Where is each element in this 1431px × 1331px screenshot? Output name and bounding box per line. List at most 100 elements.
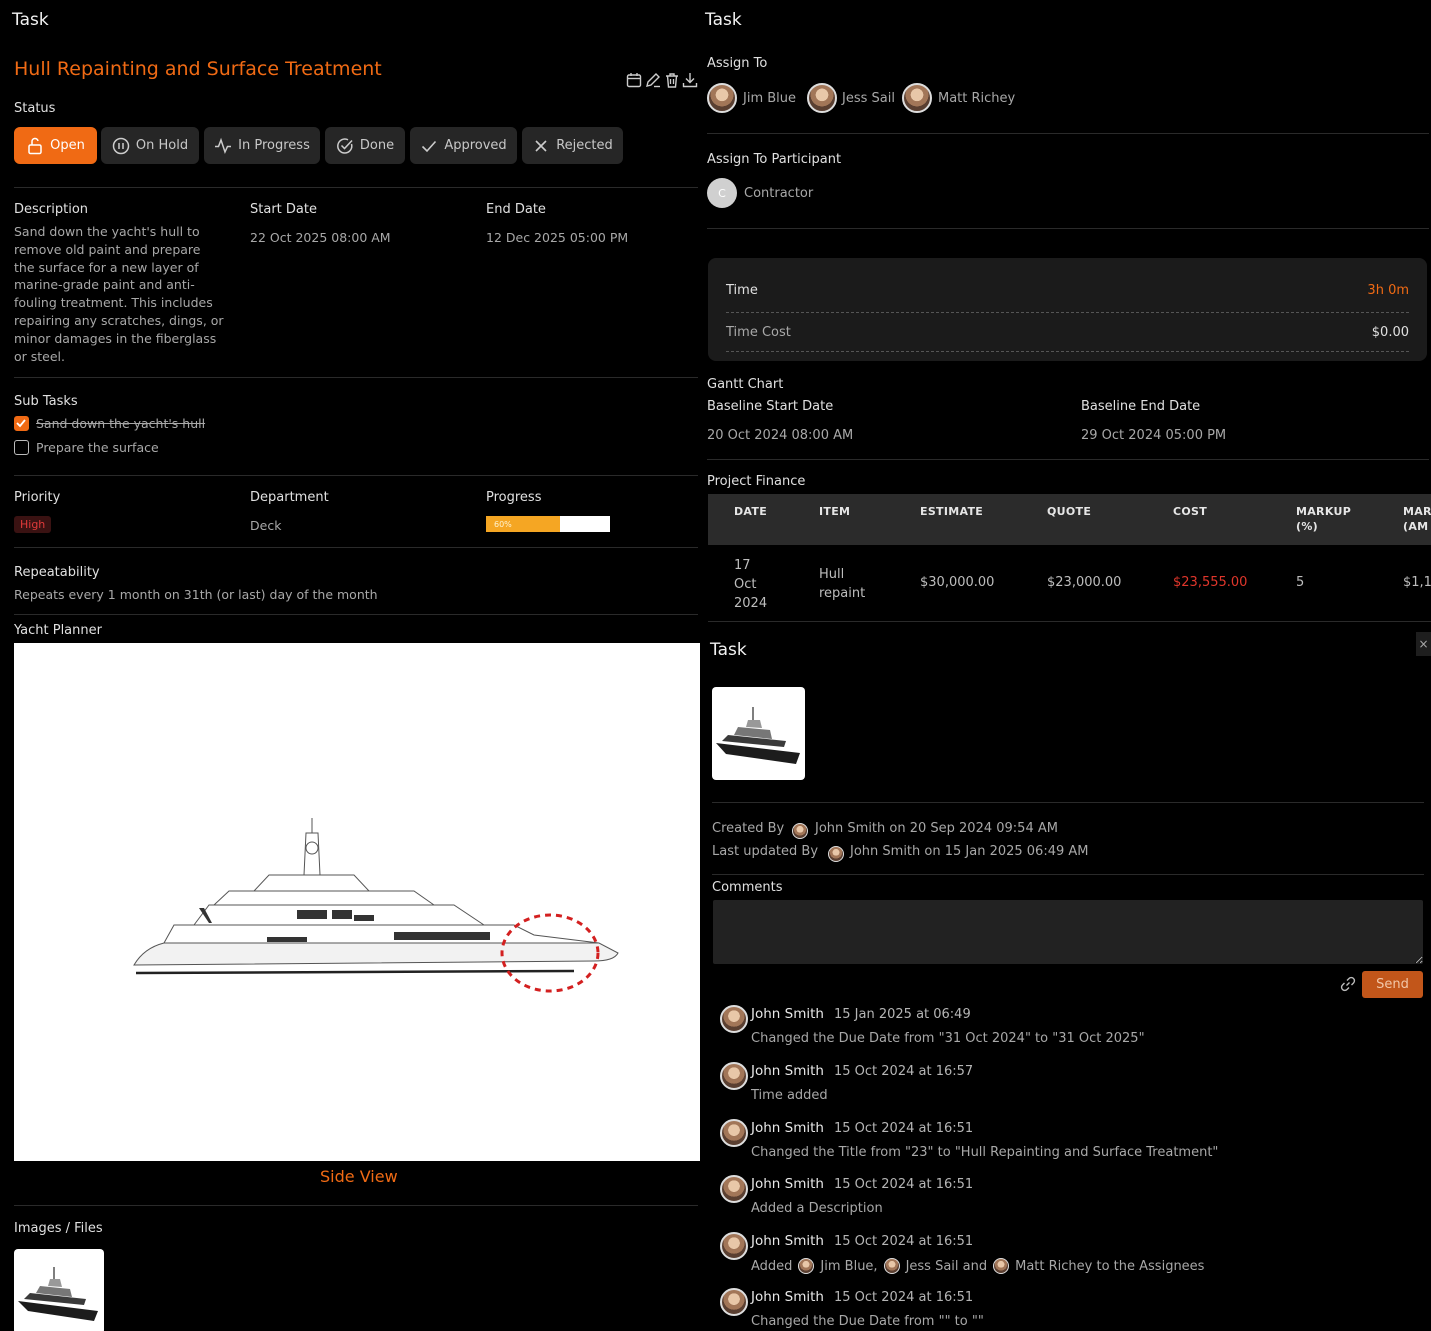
status-in-progress-button[interactable]: In Progress xyxy=(204,127,320,164)
updated-by-label: Last updated By xyxy=(712,844,819,859)
description-line: or steel. xyxy=(14,348,66,364)
assignee-name: Jess Sail and xyxy=(905,1258,988,1274)
comments-label: Comments xyxy=(712,880,783,895)
calendar-icon[interactable] xyxy=(626,72,642,88)
avatar xyxy=(720,1005,748,1033)
col-markup-amount: MAR xyxy=(1403,505,1431,518)
subtask-checkbox[interactable] xyxy=(14,440,29,455)
subtask-label: Sand down the yacht's hull xyxy=(36,416,206,431)
close-icon[interactable]: × xyxy=(1416,632,1431,656)
divider xyxy=(14,377,698,378)
assign-to-label: Assign To xyxy=(707,56,768,71)
department-value: Deck xyxy=(250,518,282,533)
subtask-checkbox-checked[interactable] xyxy=(14,416,29,431)
col-item: ITEM xyxy=(819,505,851,518)
avatar xyxy=(720,1288,748,1316)
status-rejected-label: Rejected xyxy=(556,138,613,153)
dashed-divider xyxy=(726,351,1409,352)
comment-text: Added a Description xyxy=(751,1201,883,1216)
avatar xyxy=(798,1258,815,1274)
col-markup: MARKUP xyxy=(1296,505,1352,518)
edit-icon[interactable] xyxy=(645,72,661,88)
comment-input[interactable] xyxy=(713,900,1423,964)
images-files-label: Images / Files xyxy=(14,1221,103,1236)
comment-item: John Smith 15 Oct 2024 at 16:51 Added a De… xyxy=(720,1175,1420,1225)
comment-date: 15 Oct 2024 at 16:57 xyxy=(834,1064,974,1079)
divider xyxy=(712,874,1424,875)
avatar xyxy=(993,1258,1010,1274)
row-cost: $23,555.00 xyxy=(1173,575,1248,590)
assignee-name: Jim Blue, xyxy=(820,1258,878,1274)
comment-date: 15 Oct 2024 at 16:51 xyxy=(834,1234,974,1249)
repeatability-value: Repeats every 1 month on 31th (or last) … xyxy=(14,587,378,602)
priority-badge: High xyxy=(14,516,52,533)
panel-title: Task xyxy=(710,640,747,660)
assignee-name: Matt Richey to the Assignees xyxy=(1015,1258,1205,1274)
participant-name: Contractor xyxy=(744,186,814,201)
yacht-planner-canvas[interactable] xyxy=(14,643,700,1161)
description-text: Sand down the yacht's hull to remove old … xyxy=(14,223,239,365)
status-on-hold-button[interactable]: On Hold xyxy=(101,127,199,164)
col-quote: QUOTE xyxy=(1047,505,1092,518)
assignee-name: Matt Richey xyxy=(938,91,1016,106)
comment-item: John Smith 15 Oct 2024 at 16:51 Added Jim B… xyxy=(720,1232,1420,1282)
avatar xyxy=(720,1232,748,1260)
table-row[interactable]: 17 Oct 2024 Hull repaint $30,000.00 $23,… xyxy=(708,545,1431,621)
divider xyxy=(712,802,1424,803)
dashed-divider xyxy=(726,312,1409,313)
comment-text: Time added xyxy=(751,1088,828,1103)
divider xyxy=(708,621,1431,622)
avatar xyxy=(720,1175,748,1203)
task-image-thumbnail[interactable] xyxy=(712,687,805,780)
row-date-month: Oct xyxy=(734,577,757,592)
repeatability-label: Repeatability xyxy=(14,565,100,580)
status-rejected-button[interactable]: Rejected xyxy=(522,127,623,164)
status-approved-button[interactable]: Approved xyxy=(410,127,517,164)
trash-icon[interactable] xyxy=(664,72,680,88)
panel-title: Task xyxy=(12,10,49,30)
status-done-label: Done xyxy=(359,138,395,153)
comment-author: John Smith xyxy=(751,1233,824,1249)
side-view-label[interactable]: Side View xyxy=(320,1167,398,1186)
updated-by-value: John Smith on 15 Jan 2025 06:49 AM xyxy=(850,844,1089,859)
download-icon[interactable] xyxy=(682,72,698,88)
avatar xyxy=(720,1062,748,1090)
time-summary-card: Time 3h 0m Time Cost $0.00 xyxy=(708,258,1427,361)
row-markup-amount: $1,17 xyxy=(1403,575,1431,590)
avatar xyxy=(792,823,808,839)
status-done-button[interactable]: Done xyxy=(325,127,405,164)
divider xyxy=(707,133,1429,134)
time-label: Time xyxy=(726,283,758,298)
check-icon xyxy=(422,140,437,152)
activity-icon xyxy=(215,137,232,154)
start-date-value: 22 Oct 2025 08:00 AM xyxy=(250,230,391,245)
status-open-button[interactable]: Open xyxy=(14,127,97,164)
send-button[interactable]: Send xyxy=(1362,971,1423,998)
col-markup-amount-unit: (AM xyxy=(1403,520,1429,533)
time-value: 3h 0m xyxy=(1367,283,1409,298)
assignee-name: Jim Blue xyxy=(743,91,797,106)
link-icon[interactable] xyxy=(1340,976,1356,992)
avatar xyxy=(883,1258,900,1274)
yacht-image-thumbnail[interactable] xyxy=(14,1249,104,1331)
description-line: remove old paint and prepare xyxy=(14,241,201,257)
divider xyxy=(707,228,1429,229)
baseline-end-value: 29 Oct 2024 05:00 PM xyxy=(1081,428,1227,443)
baseline-start-value: 20 Oct 2024 08:00 AM xyxy=(707,428,854,443)
start-date-label: Start Date xyxy=(250,202,317,217)
end-date-value: 12 Dec 2025 05:00 PM xyxy=(486,230,629,245)
task-assignment-panel: Task Assign To Jim Blue Jess Sail Matt R… xyxy=(700,0,1431,630)
yacht-photo xyxy=(18,1267,98,1321)
participant-label: Assign To Participant xyxy=(707,152,842,167)
baseline-start-label: Baseline Start Date xyxy=(707,399,834,414)
row-item-line: repaint xyxy=(819,586,866,601)
x-icon xyxy=(535,139,547,152)
progress-bar: 60% xyxy=(486,516,610,532)
comment-date: 15 Oct 2024 at 16:51 xyxy=(834,1121,974,1136)
avatar xyxy=(807,83,837,113)
end-date-label: End Date xyxy=(486,202,546,217)
task-activity-panel: Task × Created By John Smith on 20 Sep 2… xyxy=(700,630,1431,1331)
comment-item: John Smith 15 Oct 2024 at 16:51 Changed th… xyxy=(720,1288,1420,1331)
row-date-year: 2024 xyxy=(734,596,768,611)
status-approved-label: Approved xyxy=(444,138,507,153)
